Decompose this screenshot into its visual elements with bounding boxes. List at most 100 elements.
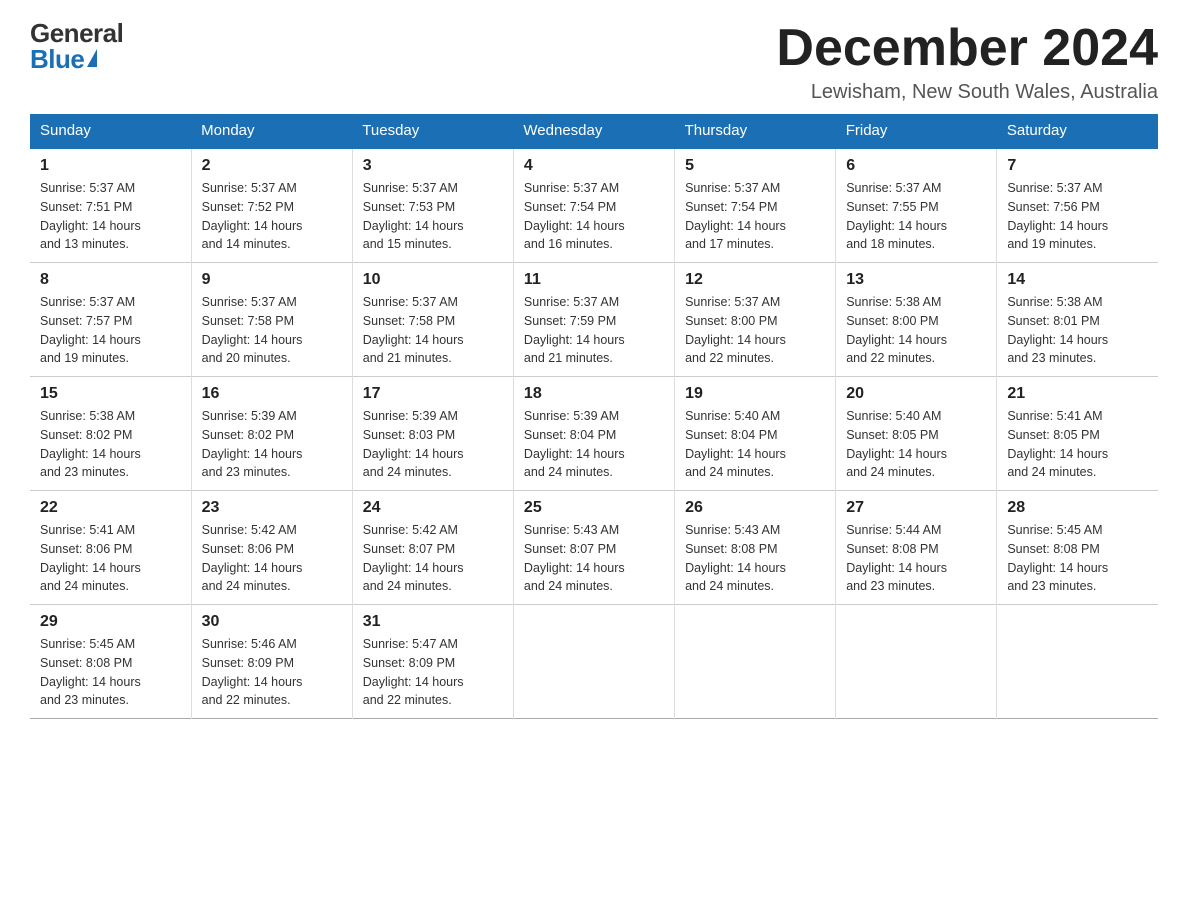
day-number: 4: [524, 157, 664, 175]
calendar-cell: 25 Sunrise: 5:43 AM Sunset: 8:07 PM Dayl…: [513, 491, 674, 605]
day-number: 22: [40, 499, 181, 517]
day-info: Sunrise: 5:39 AM Sunset: 8:04 PM Dayligh…: [524, 407, 664, 482]
calendar-cell: 10 Sunrise: 5:37 AM Sunset: 7:58 PM Dayl…: [352, 263, 513, 377]
calendar-cell: 1 Sunrise: 5:37 AM Sunset: 7:51 PM Dayli…: [30, 148, 191, 263]
day-info: Sunrise: 5:37 AM Sunset: 7:57 PM Dayligh…: [40, 293, 181, 368]
calendar-cell: 18 Sunrise: 5:39 AM Sunset: 8:04 PM Dayl…: [513, 377, 674, 491]
day-number: 28: [1007, 499, 1148, 517]
calendar-cell: 2 Sunrise: 5:37 AM Sunset: 7:52 PM Dayli…: [191, 148, 352, 263]
calendar-cell: 26 Sunrise: 5:43 AM Sunset: 8:08 PM Dayl…: [675, 491, 836, 605]
day-info: Sunrise: 5:40 AM Sunset: 8:04 PM Dayligh…: [685, 407, 825, 482]
calendar-cell: 22 Sunrise: 5:41 AM Sunset: 8:06 PM Dayl…: [30, 491, 191, 605]
day-number: 11: [524, 271, 664, 289]
calendar-cell: [836, 605, 997, 719]
day-number: 12: [685, 271, 825, 289]
day-info: Sunrise: 5:37 AM Sunset: 7:52 PM Dayligh…: [202, 179, 342, 254]
day-number: 16: [202, 385, 342, 403]
calendar-week-5: 29 Sunrise: 5:45 AM Sunset: 8:08 PM Dayl…: [30, 605, 1158, 719]
calendar-cell: 11 Sunrise: 5:37 AM Sunset: 7:59 PM Dayl…: [513, 263, 674, 377]
day-info: Sunrise: 5:45 AM Sunset: 8:08 PM Dayligh…: [40, 635, 181, 710]
calendar-cell: 27 Sunrise: 5:44 AM Sunset: 8:08 PM Dayl…: [836, 491, 997, 605]
calendar-cell: 29 Sunrise: 5:45 AM Sunset: 8:08 PM Dayl…: [30, 605, 191, 719]
logo-blue: Blue: [30, 46, 84, 72]
weekday-header-friday: Friday: [836, 114, 997, 148]
calendar-cell: 21 Sunrise: 5:41 AM Sunset: 8:05 PM Dayl…: [997, 377, 1158, 491]
calendar-cell: 20 Sunrise: 5:40 AM Sunset: 8:05 PM Dayl…: [836, 377, 997, 491]
weekday-header-monday: Monday: [191, 114, 352, 148]
day-number: 18: [524, 385, 664, 403]
day-info: Sunrise: 5:41 AM Sunset: 8:05 PM Dayligh…: [1007, 407, 1148, 482]
day-number: 15: [40, 385, 181, 403]
day-number: 6: [846, 157, 986, 175]
day-number: 30: [202, 613, 342, 631]
day-info: Sunrise: 5:37 AM Sunset: 7:56 PM Dayligh…: [1007, 179, 1148, 254]
calendar-cell: 8 Sunrise: 5:37 AM Sunset: 7:57 PM Dayli…: [30, 263, 191, 377]
day-number: 20: [846, 385, 986, 403]
calendar-cell: 19 Sunrise: 5:40 AM Sunset: 8:04 PM Dayl…: [675, 377, 836, 491]
day-number: 17: [363, 385, 503, 403]
weekday-header-sunday: Sunday: [30, 114, 191, 148]
calendar-week-4: 22 Sunrise: 5:41 AM Sunset: 8:06 PM Dayl…: [30, 491, 1158, 605]
day-number: 2: [202, 157, 342, 175]
calendar-cell: 24 Sunrise: 5:42 AM Sunset: 8:07 PM Dayl…: [352, 491, 513, 605]
day-info: Sunrise: 5:37 AM Sunset: 7:54 PM Dayligh…: [524, 179, 664, 254]
day-info: Sunrise: 5:37 AM Sunset: 7:59 PM Dayligh…: [524, 293, 664, 368]
calendar-cell: 3 Sunrise: 5:37 AM Sunset: 7:53 PM Dayli…: [352, 148, 513, 263]
day-number: 31: [363, 613, 503, 631]
day-info: Sunrise: 5:40 AM Sunset: 8:05 PM Dayligh…: [846, 407, 986, 482]
calendar-cell: 14 Sunrise: 5:38 AM Sunset: 8:01 PM Dayl…: [997, 263, 1158, 377]
calendar-cell: 13 Sunrise: 5:38 AM Sunset: 8:00 PM Dayl…: [836, 263, 997, 377]
day-number: 10: [363, 271, 503, 289]
day-number: 26: [685, 499, 825, 517]
day-number: 5: [685, 157, 825, 175]
month-title: December 2024: [776, 20, 1158, 77]
day-number: 3: [363, 157, 503, 175]
calendar-week-3: 15 Sunrise: 5:38 AM Sunset: 8:02 PM Dayl…: [30, 377, 1158, 491]
logo-triangle-icon: [87, 49, 97, 67]
day-info: Sunrise: 5:38 AM Sunset: 8:00 PM Dayligh…: [846, 293, 986, 368]
day-info: Sunrise: 5:37 AM Sunset: 7:58 PM Dayligh…: [363, 293, 503, 368]
calendar-cell: 9 Sunrise: 5:37 AM Sunset: 7:58 PM Dayli…: [191, 263, 352, 377]
day-number: 7: [1007, 157, 1148, 175]
day-info: Sunrise: 5:47 AM Sunset: 8:09 PM Dayligh…: [363, 635, 503, 710]
day-info: Sunrise: 5:43 AM Sunset: 8:08 PM Dayligh…: [685, 521, 825, 596]
day-number: 29: [40, 613, 181, 631]
calendar-table: SundayMondayTuesdayWednesdayThursdayFrid…: [30, 114, 1158, 719]
calendar-cell: 15 Sunrise: 5:38 AM Sunset: 8:02 PM Dayl…: [30, 377, 191, 491]
calendar-cell: 7 Sunrise: 5:37 AM Sunset: 7:56 PM Dayli…: [997, 148, 1158, 263]
day-info: Sunrise: 5:37 AM Sunset: 7:53 PM Dayligh…: [363, 179, 503, 254]
day-number: 27: [846, 499, 986, 517]
day-number: 14: [1007, 271, 1148, 289]
day-number: 8: [40, 271, 181, 289]
day-info: Sunrise: 5:42 AM Sunset: 8:06 PM Dayligh…: [202, 521, 342, 596]
calendar-cell: 23 Sunrise: 5:42 AM Sunset: 8:06 PM Dayl…: [191, 491, 352, 605]
calendar-cell: 12 Sunrise: 5:37 AM Sunset: 8:00 PM Dayl…: [675, 263, 836, 377]
logo-general: General: [30, 20, 123, 46]
day-info: Sunrise: 5:39 AM Sunset: 8:02 PM Dayligh…: [202, 407, 342, 482]
day-info: Sunrise: 5:44 AM Sunset: 8:08 PM Dayligh…: [846, 521, 986, 596]
calendar-cell: 28 Sunrise: 5:45 AM Sunset: 8:08 PM Dayl…: [997, 491, 1158, 605]
day-info: Sunrise: 5:45 AM Sunset: 8:08 PM Dayligh…: [1007, 521, 1148, 596]
calendar-cell: 5 Sunrise: 5:37 AM Sunset: 7:54 PM Dayli…: [675, 148, 836, 263]
day-number: 1: [40, 157, 181, 175]
day-number: 23: [202, 499, 342, 517]
logo-text: General Blue: [30, 20, 123, 72]
calendar-cell: 6 Sunrise: 5:37 AM Sunset: 7:55 PM Dayli…: [836, 148, 997, 263]
day-info: Sunrise: 5:37 AM Sunset: 7:55 PM Dayligh…: [846, 179, 986, 254]
day-number: 9: [202, 271, 342, 289]
day-info: Sunrise: 5:42 AM Sunset: 8:07 PM Dayligh…: [363, 521, 503, 596]
calendar-cell: 16 Sunrise: 5:39 AM Sunset: 8:02 PM Dayl…: [191, 377, 352, 491]
calendar-cell: 30 Sunrise: 5:46 AM Sunset: 8:09 PM Dayl…: [191, 605, 352, 719]
day-info: Sunrise: 5:43 AM Sunset: 8:07 PM Dayligh…: [524, 521, 664, 596]
day-number: 24: [363, 499, 503, 517]
day-info: Sunrise: 5:46 AM Sunset: 8:09 PM Dayligh…: [202, 635, 342, 710]
day-info: Sunrise: 5:37 AM Sunset: 7:51 PM Dayligh…: [40, 179, 181, 254]
day-info: Sunrise: 5:37 AM Sunset: 7:58 PM Dayligh…: [202, 293, 342, 368]
day-info: Sunrise: 5:37 AM Sunset: 8:00 PM Dayligh…: [685, 293, 825, 368]
day-info: Sunrise: 5:41 AM Sunset: 8:06 PM Dayligh…: [40, 521, 181, 596]
location: Lewisham, New South Wales, Australia: [776, 81, 1158, 104]
weekday-header-thursday: Thursday: [675, 114, 836, 148]
calendar-cell: 4 Sunrise: 5:37 AM Sunset: 7:54 PM Dayli…: [513, 148, 674, 263]
weekday-row: SundayMondayTuesdayWednesdayThursdayFrid…: [30, 114, 1158, 148]
day-info: Sunrise: 5:37 AM Sunset: 7:54 PM Dayligh…: [685, 179, 825, 254]
